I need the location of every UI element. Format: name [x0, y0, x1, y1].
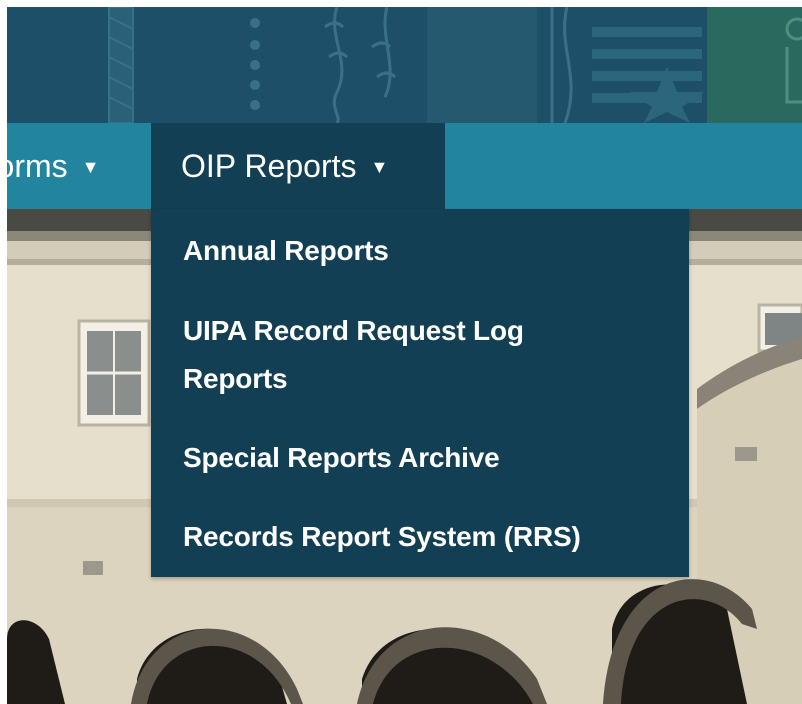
nav-forms-label: Forms [0, 147, 68, 184]
top-border [0, 0, 802, 7]
menu-item-special-reports-archive[interactable]: Special Reports Archive [183, 434, 663, 482]
left-border [0, 0, 7, 704]
menu-item-records-report-system[interactable]: Records Report System (RRS) [183, 513, 663, 561]
caret-down-icon: ▼ [81, 156, 100, 177]
menu-item-label: Annual Reports [183, 235, 389, 266]
menu-item-annual-reports[interactable]: Annual Reports [183, 227, 663, 275]
header-banner [7, 7, 802, 123]
menu-item-label-line1: UIPA Record Request Log [183, 315, 524, 346]
menu-item-label: Records Report System (RRS) [183, 521, 581, 552]
banner-seal-artwork [7, 7, 802, 123]
nav-oip-reports-label: OIP Reports [181, 147, 357, 184]
menu-item-label-line2: Reports [183, 363, 288, 394]
nav-item-oip-reports[interactable]: OIP Reports ▼ [151, 123, 445, 209]
menu-item-label: Special Reports Archive [183, 442, 500, 473]
oip-reports-dropdown: Annual Reports UIPA Record Request Log R… [151, 209, 689, 577]
menu-item-uipa-record-request-log-reports[interactable]: UIPA Record Request Log Reports [183, 307, 663, 403]
nav-item-forms[interactable]: Forms ▼ [0, 123, 100, 209]
main-navbar: Forms ▼ OIP Reports ▼ [7, 123, 802, 209]
caret-down-icon: ▼ [370, 156, 389, 177]
